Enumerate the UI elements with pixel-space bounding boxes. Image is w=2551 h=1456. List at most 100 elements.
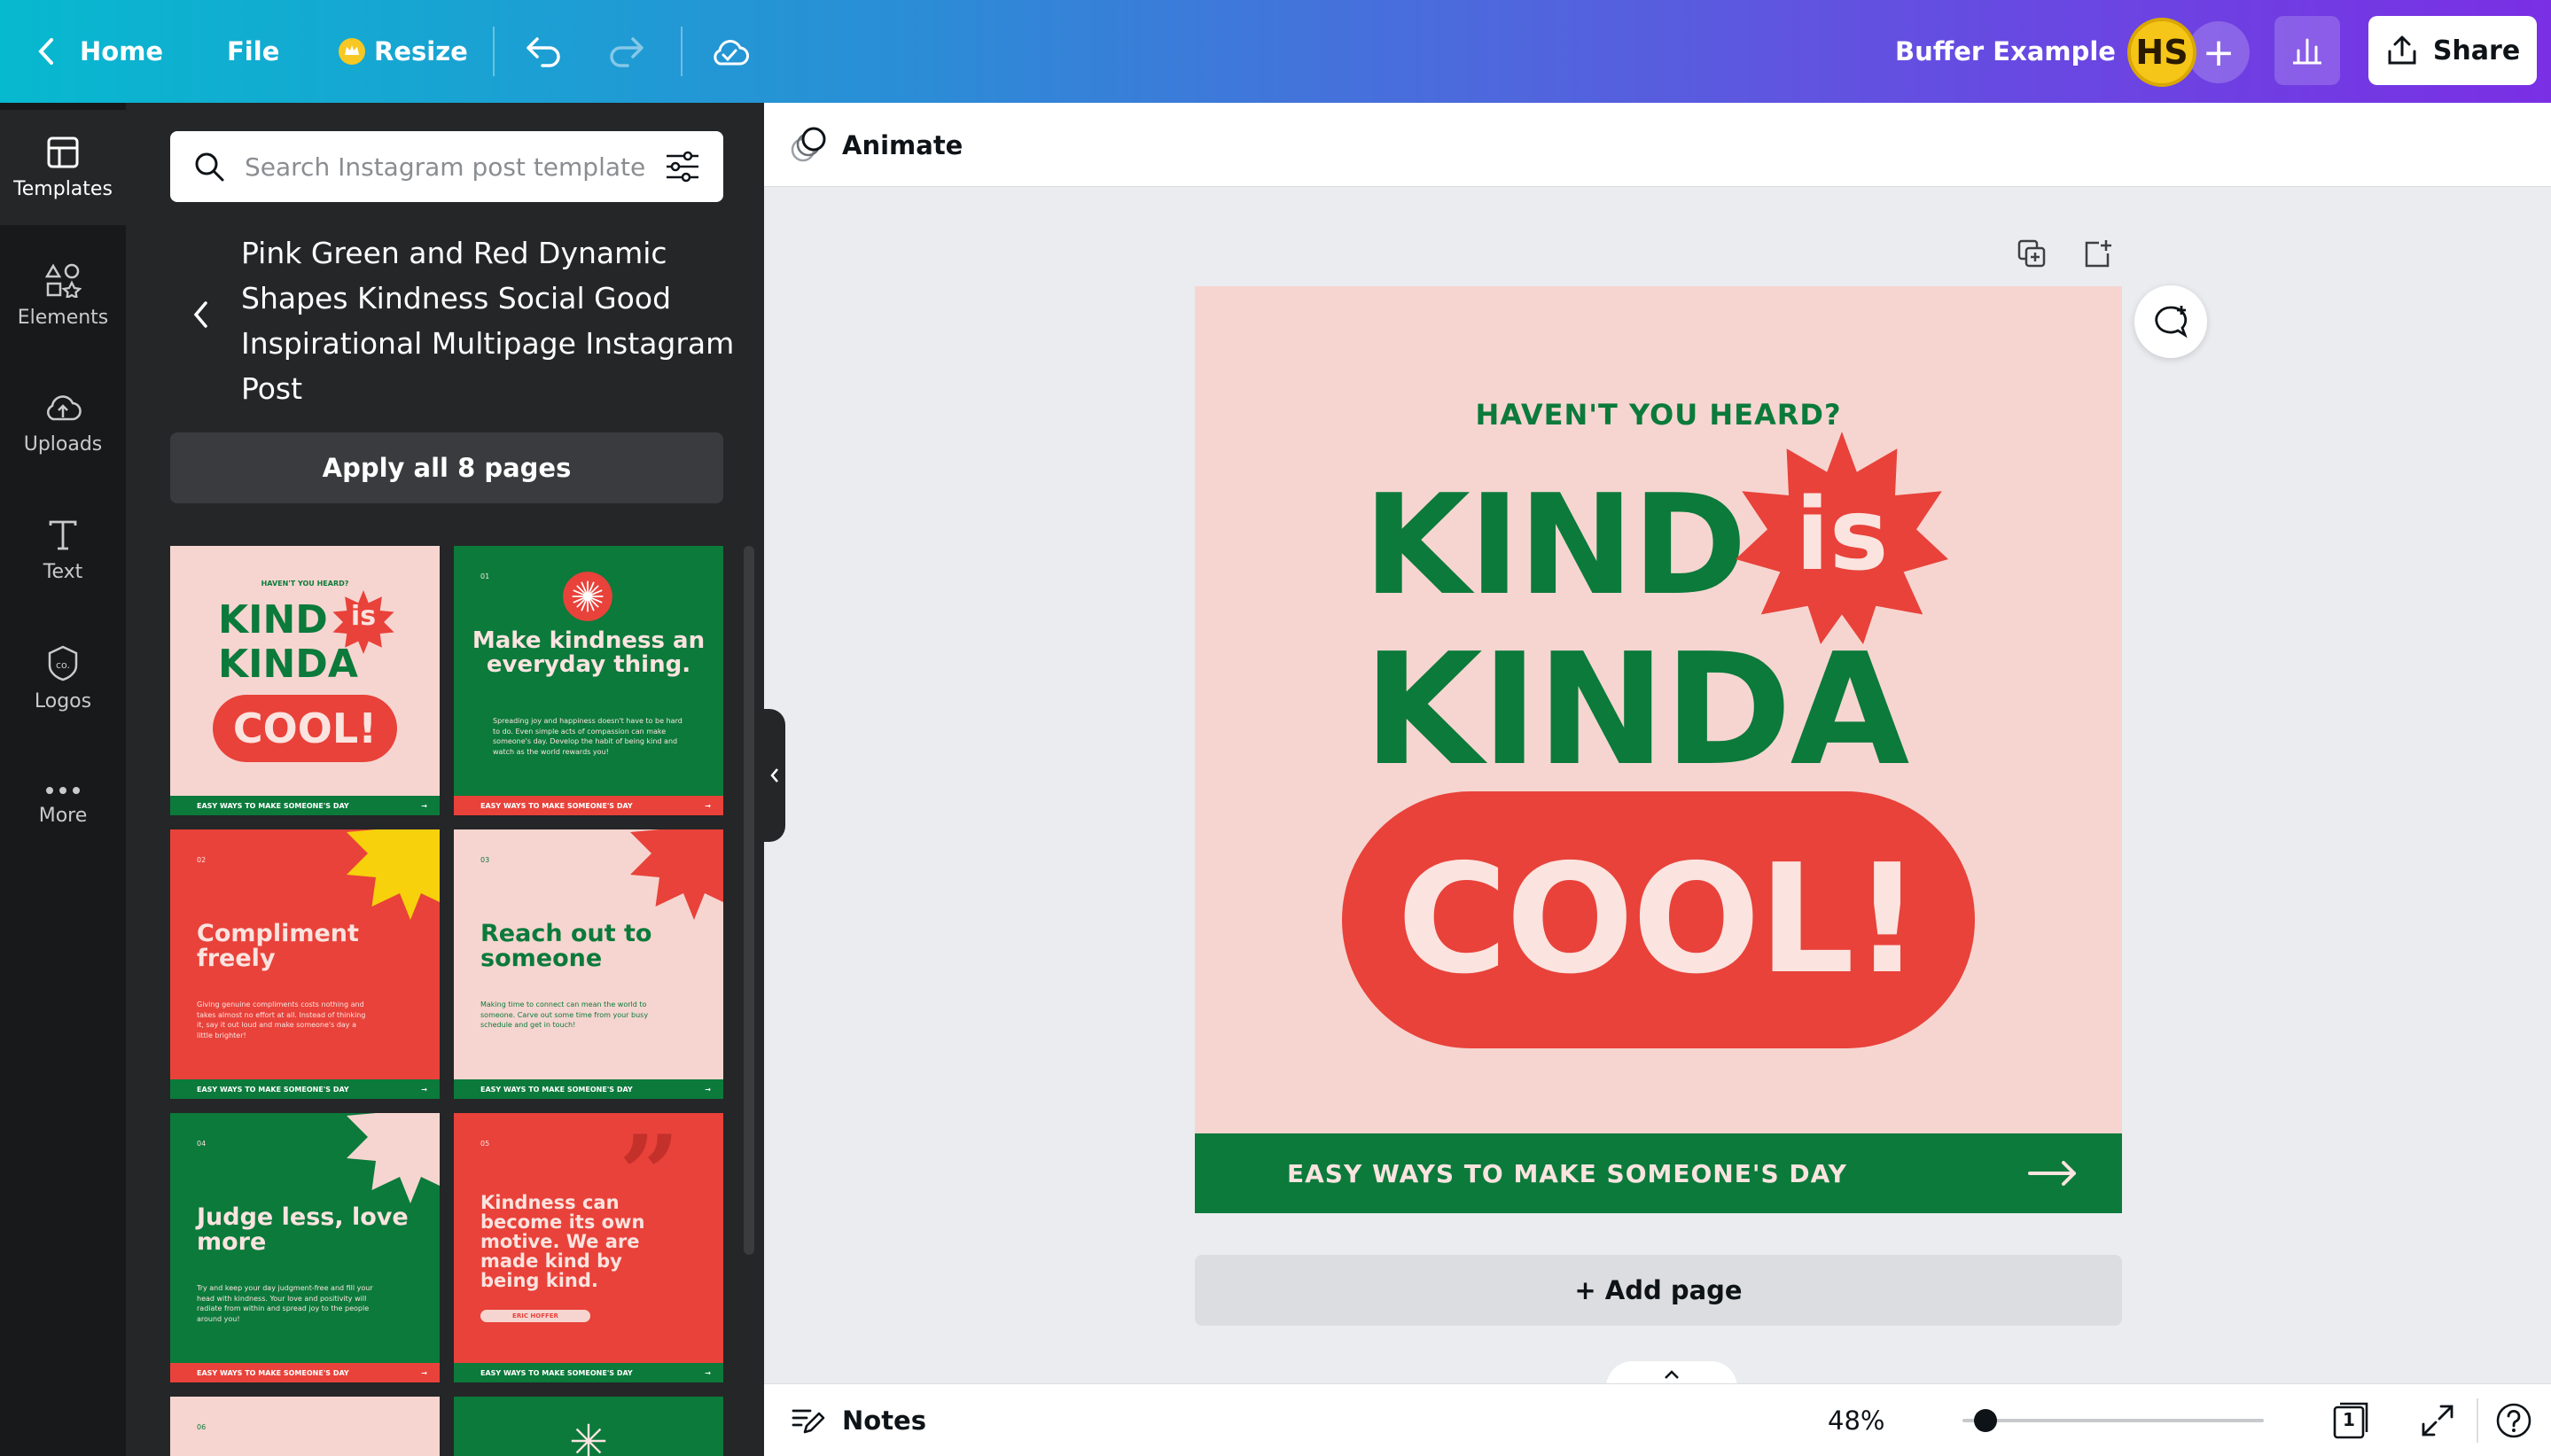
crown-icon bbox=[339, 38, 365, 65]
animate-label: Animate bbox=[842, 129, 963, 160]
rail-item-text[interactable]: Text bbox=[0, 493, 126, 608]
thumb-is-text: is bbox=[350, 601, 377, 632]
search-input[interactable] bbox=[245, 152, 645, 182]
duplicate-icon bbox=[2017, 239, 2046, 268]
search-icon bbox=[195, 152, 224, 182]
fullscreen-button[interactable] bbox=[2420, 1384, 2455, 1456]
starburst-icon bbox=[347, 1113, 440, 1203]
rail-item-elements[interactable]: Elements bbox=[0, 237, 126, 353]
template-thumbnail-8[interactable] bbox=[454, 1397, 723, 1456]
template-thumbnail-1[interactable]: HAVEN'T YOU HEARD? KIND is KINDA COOL! E… bbox=[170, 546, 440, 815]
zoom-slider[interactable] bbox=[1962, 1409, 2264, 1432]
thumb-body: Try and keep your day judgment-free and … bbox=[197, 1284, 373, 1323]
rail-item-more[interactable]: More bbox=[0, 748, 126, 863]
rail-item-templates[interactable]: Templates bbox=[0, 110, 126, 225]
redo-button[interactable] bbox=[606, 0, 645, 103]
rail-label: Uploads bbox=[23, 432, 103, 455]
bottom-divider bbox=[2477, 1398, 2478, 1443]
document-title[interactable]: Buffer Example bbox=[1895, 0, 2116, 103]
thumb-number: 05 bbox=[480, 1140, 490, 1148]
sunburst-icon bbox=[571, 1423, 606, 1456]
logos-icon: co. bbox=[48, 645, 78, 681]
thumb-body: Making time to connect can mean the worl… bbox=[480, 1001, 649, 1030]
thumb-number: 04 bbox=[197, 1140, 207, 1148]
template-thumbnail-5[interactable]: 04 Judge less, love more Try and keep yo… bbox=[170, 1113, 440, 1382]
insights-button[interactable] bbox=[2274, 16, 2340, 85]
zoom-percentage[interactable]: 48% bbox=[1828, 1384, 1884, 1456]
add-comment-button[interactable] bbox=[2134, 285, 2207, 358]
template-thumbnail-7[interactable]: 06 bbox=[170, 1397, 440, 1456]
help-icon bbox=[2496, 1403, 2531, 1438]
animate-button[interactable]: Animate bbox=[789, 103, 963, 187]
avatar[interactable]: HS bbox=[2127, 18, 2196, 87]
save-status-button[interactable] bbox=[709, 0, 750, 103]
thumb-footer: EASY WAYS TO MAKE SOMEONE'S DAY → bbox=[170, 796, 440, 815]
elements-icon bbox=[44, 263, 82, 298]
back-button[interactable] bbox=[191, 300, 211, 333]
page-count-button[interactable]: 1 bbox=[2331, 1384, 2372, 1456]
template-search[interactable] bbox=[170, 131, 723, 202]
filter-icon[interactable] bbox=[665, 151, 700, 183]
collapse-panel-button[interactable] bbox=[764, 709, 785, 842]
arrow-right-icon: → bbox=[421, 801, 427, 810]
zoom-slider-knob[interactable] bbox=[1974, 1409, 1998, 1432]
design-kinda-text: KINDA bbox=[1363, 620, 1909, 800]
panel-scrollbar[interactable] bbox=[744, 546, 754, 1255]
file-menu[interactable]: File bbox=[227, 0, 279, 103]
rail-label: Logos bbox=[34, 689, 92, 712]
template-thumbnail-3[interactable]: 02 Compliment freely Giving genuine comp… bbox=[170, 829, 440, 1099]
template-thumbnail-4[interactable]: 03 Reach out to someone Making time to c… bbox=[454, 829, 723, 1099]
cloud-check-icon bbox=[714, 40, 749, 66]
undo-button[interactable] bbox=[525, 0, 564, 103]
share-button[interactable]: Share bbox=[2368, 16, 2537, 85]
page-count-number: 1 bbox=[2343, 1409, 2355, 1430]
document-title-label: Buffer Example bbox=[1895, 36, 2116, 66]
template-title: Pink Green and Red Dynamic Shapes Kindne… bbox=[241, 236, 735, 406]
thumb-heading: Judge less, love more bbox=[197, 1203, 409, 1257]
thumb-number: 02 bbox=[197, 856, 207, 864]
rail-item-uploads[interactable]: Uploads bbox=[0, 365, 126, 480]
thumb-footer: EASY WAYS TO MAKE SOMEONE'S DAY → bbox=[170, 1079, 440, 1099]
design-kicker: HAVEN'T YOU HEARD? bbox=[1475, 398, 1842, 432]
thumb-heading: Make kindness an everyday thing. bbox=[472, 627, 706, 679]
add-page-icon bbox=[2085, 240, 2111, 268]
notes-button[interactable]: Notes bbox=[791, 1384, 926, 1456]
add-page-button[interactable]: + Add page bbox=[1195, 1255, 2122, 1326]
thumb-footer-text: EASY WAYS TO MAKE SOMEONE'S DAY bbox=[197, 801, 349, 810]
thumb-kicker: HAVEN'T YOU HEARD? bbox=[261, 580, 349, 588]
rail-label: More bbox=[38, 804, 88, 827]
bar-chart-icon bbox=[2293, 38, 2321, 65]
thumb-footer-text: EASY WAYS TO MAKE SOMEONE'S DAY bbox=[480, 801, 633, 810]
home-button[interactable]: Home bbox=[35, 0, 163, 103]
duplicate-page-button[interactable] bbox=[2016, 237, 2048, 273]
thumb-number: 01 bbox=[480, 572, 490, 580]
expand-icon bbox=[2422, 1405, 2453, 1437]
share-label: Share bbox=[2432, 35, 2521, 66]
thumb-footer: EASY WAYS TO MAKE SOMEONE'S DAY → bbox=[454, 1363, 723, 1382]
thumb-number: 03 bbox=[480, 856, 490, 864]
thumb-footer: EASY WAYS TO MAKE SOMEONE'S DAY → bbox=[454, 796, 723, 815]
rail-item-logos[interactable]: co. Logos bbox=[0, 620, 126, 736]
help-button[interactable] bbox=[2494, 1384, 2533, 1456]
design-kind-text: KIND bbox=[1363, 464, 1747, 626]
sunburst-icon bbox=[563, 572, 612, 621]
design-is-text: is bbox=[1795, 478, 1889, 593]
thumb-heading: Compliment freely bbox=[197, 920, 359, 973]
thumb-footer: EASY WAYS TO MAKE SOMEONE'S DAY → bbox=[454, 1079, 723, 1099]
thumb-body: Giving genuine compliments costs nothing… bbox=[197, 1001, 366, 1039]
top-bar: Home File Resize Buffer Example + HS Sha… bbox=[0, 0, 2551, 103]
thumb-footer-text: EASY WAYS TO MAKE SOMEONE'S DAY bbox=[197, 1085, 349, 1094]
resize-button[interactable]: Resize bbox=[337, 0, 468, 103]
apply-all-pages-button[interactable]: Apply all 8 pages bbox=[170, 432, 723, 503]
thumb-footer-text: EASY WAYS TO MAKE SOMEONE'S DAY bbox=[197, 1368, 349, 1377]
rail-label: Templates bbox=[13, 177, 113, 200]
design-cool-badge: COOL! bbox=[1342, 791, 1975, 1048]
thumb-kind-text: KIND bbox=[218, 597, 328, 642]
thumb-number: 06 bbox=[197, 1423, 207, 1431]
template-thumbnail-6[interactable]: 05 ” Kindness can become its own motive.… bbox=[454, 1113, 723, 1382]
invite-button[interactable]: + bbox=[2188, 21, 2250, 83]
design-canvas[interactable]: HAVEN'T YOU HEARD? KIND is KINDA COOL! E… bbox=[1195, 286, 2122, 1213]
rail-label: Elements bbox=[17, 306, 109, 329]
template-thumbnail-2[interactable]: 01 Make kindness an everyday thing. Spre… bbox=[454, 546, 723, 815]
add-page-icon-button[interactable] bbox=[2081, 237, 2113, 273]
